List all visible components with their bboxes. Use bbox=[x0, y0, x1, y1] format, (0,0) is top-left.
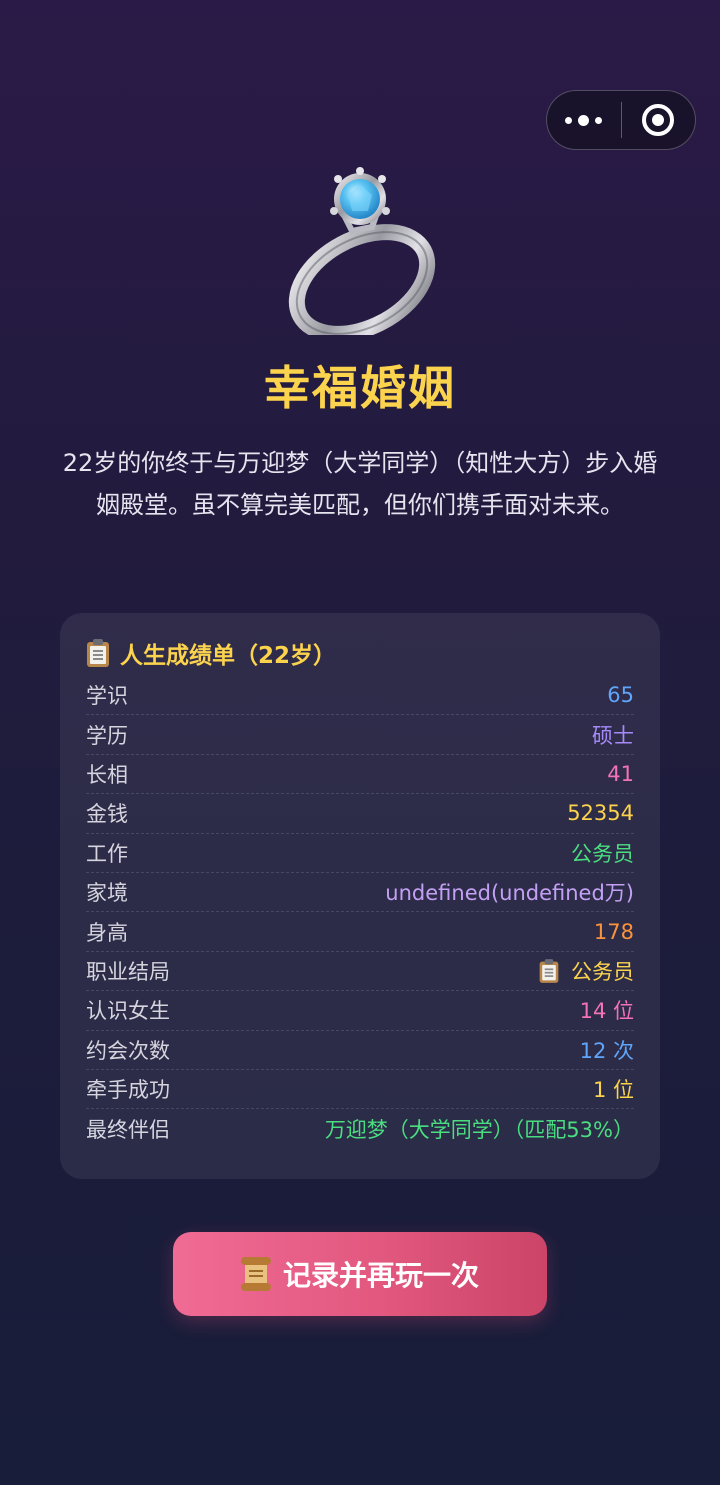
report-row: 家境 undefined(undefined万) bbox=[86, 873, 634, 913]
report-row: 学历 硕士 bbox=[86, 715, 634, 755]
row-label: 家境 bbox=[86, 881, 128, 906]
row-label: 学识 bbox=[86, 684, 128, 709]
report-row: 长相 41 bbox=[86, 755, 634, 795]
row-value: undefined(undefined万) bbox=[385, 881, 634, 906]
report-row: 身高 178 bbox=[86, 912, 634, 952]
row-value-wrap: 1 位 bbox=[593, 1074, 634, 1104]
row-value-wrap: 52354 bbox=[567, 801, 634, 825]
row-label: 长相 bbox=[86, 762, 128, 787]
row-value-wrap: 178 bbox=[594, 920, 634, 944]
row-value: 12 次 bbox=[579, 1038, 634, 1063]
row-value: 65 bbox=[607, 683, 634, 708]
report-header: 人生成绩单（22岁） bbox=[86, 635, 634, 671]
report-row: 认识女生 14 位 bbox=[86, 991, 634, 1031]
window-capsule bbox=[546, 90, 696, 150]
row-value: 公务员 bbox=[571, 841, 634, 866]
row-value-wrap: 公务员 bbox=[571, 838, 634, 868]
report-row: 职业结局 公务员 bbox=[86, 952, 634, 992]
target-close-icon[interactable] bbox=[622, 91, 696, 149]
row-value-wrap: 公务员 bbox=[537, 956, 634, 986]
row-label: 认识女生 bbox=[86, 999, 170, 1024]
row-value: 14 位 bbox=[579, 999, 634, 1024]
row-value: 公务员 bbox=[571, 959, 634, 984]
row-label: 最终伴侣 bbox=[86, 1117, 170, 1142]
report-row: 牵手成功 1 位 bbox=[86, 1070, 634, 1110]
record-replay-button[interactable]: 记录并再玩一次 bbox=[173, 1232, 547, 1316]
row-value-wrap: 12 次 bbox=[580, 1035, 634, 1065]
row-label: 学历 bbox=[86, 723, 128, 748]
row-value-wrap: undefined(undefined万) bbox=[385, 877, 634, 907]
record-replay-label: 记录并再玩一次 bbox=[282, 1259, 479, 1292]
ring-icon bbox=[288, 167, 436, 335]
more-dots-icon[interactable] bbox=[547, 91, 621, 149]
row-value-wrap: 41 bbox=[607, 762, 634, 786]
result-description: 22岁的你终于与万迎梦（大学同学）（知性大方）步入婚姻殿堂。虽不算完美匹配，但你… bbox=[62, 449, 658, 519]
row-label: 金钱 bbox=[86, 802, 128, 827]
page-title: 幸福婚姻 bbox=[264, 361, 456, 415]
row-label: 工作 bbox=[86, 841, 128, 866]
row-value: 硕士 bbox=[592, 723, 634, 748]
report-row: 金钱 52354 bbox=[86, 794, 634, 834]
row-value: 178 bbox=[593, 919, 634, 944]
row-value: 万迎梦（大学同学）（匹配53%） bbox=[324, 1117, 634, 1142]
report-card: 人生成绩单（22岁） 学识 65 学历 硕士 长相 41 金钱 52354 工作 公务员 家境 und… bbox=[60, 613, 660, 1179]
row-value-wrap: 硕士 bbox=[592, 720, 634, 750]
row-value-wrap: 65 bbox=[607, 683, 634, 707]
row-value: 1 位 bbox=[592, 1078, 634, 1103]
row-label: 约会次数 bbox=[86, 1038, 170, 1063]
row-label: 职业结局 bbox=[86, 959, 170, 984]
scroll-icon bbox=[240, 1257, 271, 1291]
clipboard-icon bbox=[539, 959, 559, 983]
report-row: 学识 65 bbox=[86, 676, 634, 716]
row-value-wrap: 14 位 bbox=[580, 995, 634, 1025]
report-row: 最终伴侣 万迎梦（大学同学）（匹配53%） bbox=[86, 1109, 634, 1148]
report-rows: 学识 65 学历 硕士 长相 41 金钱 52354 工作 公务员 家境 undefined(unde… bbox=[86, 676, 634, 1149]
row-label: 身高 bbox=[86, 920, 128, 945]
report-title: 人生成绩单（22岁） bbox=[120, 643, 337, 669]
clipboard-icon bbox=[86, 639, 110, 667]
report-row: 约会次数 12 次 bbox=[86, 1031, 634, 1070]
row-value: 52354 bbox=[567, 801, 634, 826]
row-value: 41 bbox=[607, 761, 634, 786]
row-label: 牵手成功 bbox=[86, 1078, 170, 1103]
row-value-wrap: 万迎梦（大学同学）（匹配53%） bbox=[325, 1114, 634, 1144]
report-row: 工作 公务员 bbox=[86, 834, 634, 873]
